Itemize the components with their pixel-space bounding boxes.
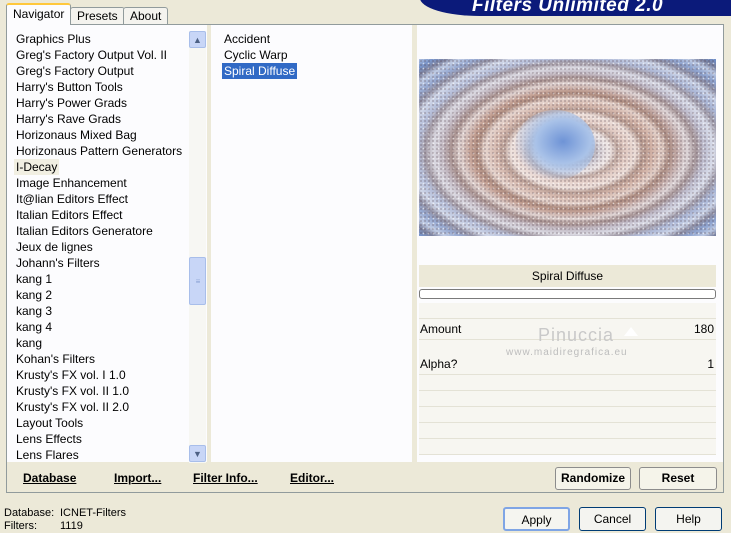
tab-navigator[interactable]: Navigator (6, 3, 72, 25)
randomize-button[interactable]: Randomize (555, 467, 631, 490)
import-button[interactable]: Import... (114, 471, 161, 485)
status-database-label: Database: (4, 507, 55, 519)
scroll-down-button[interactable]: ▼ (189, 445, 206, 462)
database-button[interactable]: Database (23, 471, 76, 485)
category-item[interactable]: Krusty's FX vol. II 1.0 (14, 383, 131, 399)
category-item[interactable]: Kohan's Filters (14, 351, 97, 367)
category-item[interactable]: Johann's Filters (14, 255, 102, 271)
column-divider (412, 25, 417, 492)
category-item[interactable]: Graphics Plus (14, 31, 93, 47)
param-empty-row (419, 375, 716, 391)
category-scrollbar[interactable] (189, 31, 206, 463)
chevron-down-icon: ▼ (193, 448, 202, 459)
param-title: Spiral Diffuse (419, 265, 716, 287)
filter-item[interactable]: Accident (222, 31, 272, 47)
status-filters-value: 1119 (60, 520, 83, 532)
param-empty-row (419, 407, 716, 423)
category-item[interactable]: Harry's Button Tools (14, 79, 125, 95)
category-item[interactable]: Lens Effects (14, 431, 84, 447)
watermark-url: www.maidiregrafica.eu (506, 347, 628, 358)
chevron-up-icon: ▲ (193, 34, 202, 45)
category-item[interactable]: kang 4 (14, 319, 54, 335)
watermark-name: Pinuccia (538, 325, 615, 345)
category-item[interactable]: kang 2 (14, 287, 54, 303)
apply-button[interactable]: Apply (503, 507, 570, 531)
scroll-up-button[interactable]: ▲ (189, 31, 206, 48)
param-empty-row (419, 391, 716, 407)
param-value: 1 (707, 357, 714, 371)
progress-bar (419, 289, 716, 299)
category-item[interactable]: Horizonaus Pattern Generators (14, 143, 184, 159)
param-label: Amount (420, 322, 462, 336)
reset-button[interactable]: Reset (639, 467, 717, 490)
scroll-thumb[interactable]: ≡ (189, 257, 206, 305)
category-item[interactable]: kang 1 (14, 271, 54, 287)
preview-center (515, 110, 595, 180)
category-item[interactable]: Harry's Power Grads (14, 95, 129, 111)
category-item[interactable]: It@lian Editors Effect (14, 191, 130, 207)
category-item[interactable]: Image Enhancement (14, 175, 129, 191)
cancel-button[interactable]: Cancel (579, 507, 646, 531)
column-divider (207, 25, 211, 462)
category-item[interactable]: Layout Tools (14, 415, 85, 431)
category-item[interactable]: Italian Editors Effect (14, 207, 125, 223)
category-item[interactable]: Jeux de lignes (14, 239, 95, 255)
help-button[interactable]: Help (655, 507, 722, 531)
category-item[interactable]: Italian Editors Generatore (14, 223, 155, 239)
app-title: Filters Unlimited 2.0 (472, 0, 664, 16)
param-spacer-row (419, 303, 716, 319)
category-item[interactable]: Harry's Rave Grads (14, 111, 123, 127)
category-item[interactable]: Greg's Factory Output (14, 63, 136, 79)
category-item[interactable]: Greg's Factory Output Vol. II (14, 47, 169, 63)
status-filters-label: Filters: (4, 520, 37, 532)
filter-info-button[interactable]: Filter Info... (193, 471, 258, 485)
category-item[interactable]: Krusty's FX vol. II 2.0 (14, 399, 131, 415)
category-item[interactable]: Horizonaus Mixed Bag (14, 127, 139, 143)
grip-icon: ≡ (195, 276, 201, 286)
status-database-value: ICNET-Filters (60, 507, 126, 519)
param-empty-row (419, 439, 716, 455)
editor-button[interactable]: Editor... (290, 471, 334, 485)
category-item[interactable]: kang 3 (14, 303, 54, 319)
category-item[interactable]: Lens Flares (14, 447, 81, 463)
filter-item[interactable]: Cyclic Warp (222, 47, 290, 63)
param-value: 180 (693, 322, 714, 336)
tab-presets[interactable]: Presets (70, 7, 125, 24)
category-item[interactable]: kang (14, 335, 44, 351)
slider-marker-icon[interactable] (624, 327, 638, 336)
param-label: Alpha? (420, 357, 458, 371)
category-item[interactable]: Krusty's FX vol. I 1.0 (14, 367, 128, 383)
filter-item[interactable]: Spiral Diffuse (222, 63, 298, 79)
category-item[interactable]: I-Decay (14, 159, 60, 175)
tab-about[interactable]: About (123, 7, 169, 24)
param-empty-row (419, 423, 716, 439)
